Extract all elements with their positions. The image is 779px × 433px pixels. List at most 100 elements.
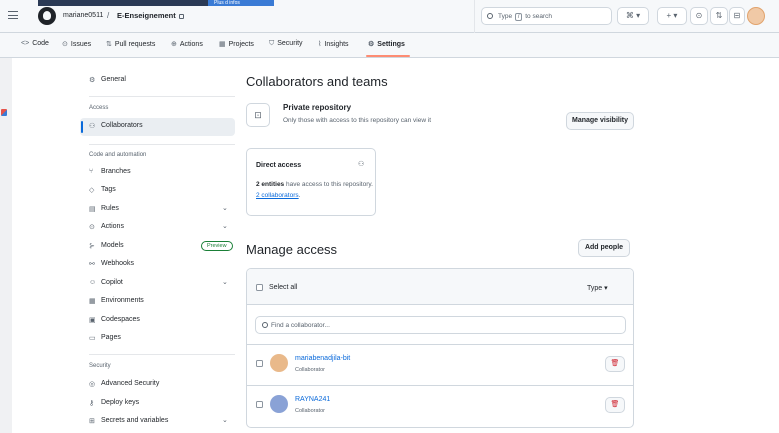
gear-icon: ⚙ — [89, 77, 96, 84]
sidebar-item-copilot[interactable]: ☺ Copilot ⌄ — [80, 275, 235, 293]
avatar[interactable] — [270, 395, 288, 413]
member-checkbox[interactable] — [256, 401, 263, 408]
type-filter-dropdown[interactable]: Type ▾ — [587, 284, 608, 292]
sidebar-item-secrets[interactable]: ⊞ Secrets and variables ⌄ — [80, 413, 235, 431]
copilot-icon: ☺ — [89, 279, 97, 286]
sidebar-divider — [89, 96, 235, 97]
tab-pull-requests[interactable]: ⇅ Pull requests — [106, 40, 155, 48]
active-tab-underline — [366, 55, 410, 57]
app-chip-icon[interactable] — [1, 109, 7, 116]
breadcrumb-owner[interactable]: mariane0511 — [63, 12, 103, 19]
create-new-button[interactable]: + ▾ — [657, 7, 687, 25]
find-collaborator-field[interactable] — [255, 316, 626, 334]
search-icon — [262, 322, 268, 328]
select-all-checkbox[interactable] — [256, 284, 263, 291]
tab-insights[interactable]: ⌇ Insights — [318, 40, 349, 48]
sidebar-item-collaborators[interactable]: ⚇ Collaborators — [80, 118, 235, 136]
chevron-down-icon[interactable]: ⌄ — [222, 222, 228, 230]
breadcrumb-separator: / — [107, 11, 110, 20]
sidebar-divider — [89, 144, 235, 145]
member-checkbox[interactable] — [256, 360, 263, 367]
visibility-row: ⊡ Private repository Only those with acc… — [246, 98, 634, 138]
avatar[interactable] — [270, 354, 288, 372]
github-logo-icon[interactable] — [38, 7, 56, 25]
visibility-subtitle: Only those with access to this repositor… — [283, 117, 432, 124]
selected-indicator — [81, 121, 83, 133]
breadcrumb-repo[interactable]: E-Enseignement — [117, 11, 184, 20]
tab-security[interactable]: ⛉ Security — [269, 40, 303, 48]
tab-code[interactable]: <> Code — [21, 40, 49, 47]
sidebar-item-advanced-security[interactable]: ◎ Advanced Security — [80, 376, 235, 394]
sidebar-item-general[interactable]: ⚙ General — [80, 72, 235, 90]
left-gutter — [0, 58, 12, 433]
secret-icon: ⊞ — [89, 418, 95, 425]
people-icon: ⚇ — [358, 161, 365, 168]
overlay-banner: Plus d infos — [38, 0, 274, 6]
member-username[interactable]: mariabenadjila-bit — [295, 355, 350, 362]
sidebar-item-deploy-keys[interactable]: ⚷ Deploy keys — [80, 395, 235, 413]
visibility-title: Private repository — [283, 103, 352, 112]
tab-settings[interactable]: ⚙ Settings — [368, 40, 405, 48]
play-icon: ⊙ — [89, 224, 95, 231]
lock-icon: ⊡ — [246, 103, 270, 127]
collaborators-link[interactable]: 2 collaborators — [256, 192, 299, 199]
manage-access-title: Manage access — [246, 242, 338, 257]
code-icon: <> — [21, 40, 30, 47]
member-username[interactable]: RAYNA241 — [295, 396, 330, 403]
sidebar-divider — [89, 354, 235, 355]
find-collaborator-input[interactable] — [271, 319, 611, 331]
people-icon: ⚇ — [89, 123, 96, 130]
add-people-button[interactable]: Add people — [578, 239, 630, 257]
tab-projects[interactable]: ▦ Projects — [219, 40, 254, 48]
sidebar-item-webhooks[interactable]: ⚯ Webhooks — [80, 256, 235, 274]
trash-icon[interactable]: 🗑 — [605, 397, 625, 413]
key-icon: ⚷ — [89, 400, 95, 407]
sidebar-item-environments[interactable]: ▦ Environments — [80, 293, 235, 311]
trash-icon[interactable]: 🗑 — [605, 356, 625, 372]
hamburger-menu-icon[interactable] — [8, 11, 18, 19]
command-palette-button[interactable]: ⌘ ▾ — [617, 7, 649, 25]
issues-icon[interactable]: ⊙ — [690, 7, 708, 25]
row-divider — [247, 385, 633, 386]
sidebar-item-tags[interactable]: ◇ Tags — [80, 182, 235, 200]
direct-access-description: 2 entities have access to this repositor… — [256, 181, 373, 199]
tab-actions[interactable]: ⊕ Actions — [171, 40, 203, 48]
overlay-tab[interactable]: Plus d infos — [208, 0, 274, 6]
search-placeholder: Type / to search — [498, 13, 552, 21]
search-input[interactable]: Type / to search — [481, 7, 612, 25]
sidebar-section-code: Code and automation — [89, 152, 147, 158]
repo-name[interactable]: E-Enseignement — [117, 11, 176, 20]
chevron-down-icon[interactable]: ⌄ — [222, 278, 228, 286]
tab-issues[interactable]: ⊙ Issues — [62, 40, 91, 48]
user-avatar[interactable] — [747, 7, 765, 25]
sidebar-item-models[interactable]: ⊱ Models Preview — [80, 238, 235, 256]
branch-icon: ⑂ — [89, 168, 94, 175]
list-item: mariabenadjila-bit Collaborator 🗑 — [247, 346, 633, 386]
table-header: Select all Type ▾ — [247, 269, 633, 305]
sidebar-item-rules[interactable]: ▤ Rules ⌄ — [80, 201, 235, 219]
codescan-icon: ◎ — [89, 381, 96, 388]
member-role: Collaborator — [295, 408, 325, 414]
browser-icon: ▭ — [89, 335, 96, 342]
member-role: Collaborator — [295, 367, 325, 373]
webhook-icon: ⚯ — [89, 261, 95, 268]
pull-requests-icon[interactable]: ⇅ — [710, 7, 728, 25]
sidebar-item-codespaces[interactable]: ▣ Codespaces — [80, 312, 235, 330]
tag-icon: ◇ — [89, 187, 95, 194]
sidebar-item-actions[interactable]: ⊙ Actions ⌄ — [80, 219, 235, 237]
direct-access-card: Direct access ⚇ 2 entities have access t… — [246, 148, 376, 216]
select-all-label: Select all — [269, 284, 298, 291]
chevron-down-icon[interactable]: ⌄ — [222, 204, 228, 212]
top-header: Plus d infos mariane0511 / E-Enseignemen… — [0, 0, 779, 33]
models-icon: ⊱ — [89, 243, 95, 250]
sidebar-item-branches[interactable]: ⑂ Branches — [80, 164, 235, 182]
server-icon: ▦ — [89, 298, 96, 305]
search-icon — [487, 13, 493, 19]
sidebar-item-pages[interactable]: ▭ Pages — [80, 330, 235, 348]
chevron-down-icon[interactable]: ⌄ — [222, 416, 228, 424]
sidebar-section-access: Access — [89, 105, 109, 111]
manage-visibility-button[interactable]: Manage visibility — [566, 112, 634, 130]
inbox-icon[interactable]: ⊟ — [729, 7, 745, 25]
repo-navigation: <> Code ⊙ Issues ⇅ Pull requests ⊕ Actions ▦… — [0, 33, 779, 58]
graph-icon: ⌇ — [318, 41, 322, 48]
